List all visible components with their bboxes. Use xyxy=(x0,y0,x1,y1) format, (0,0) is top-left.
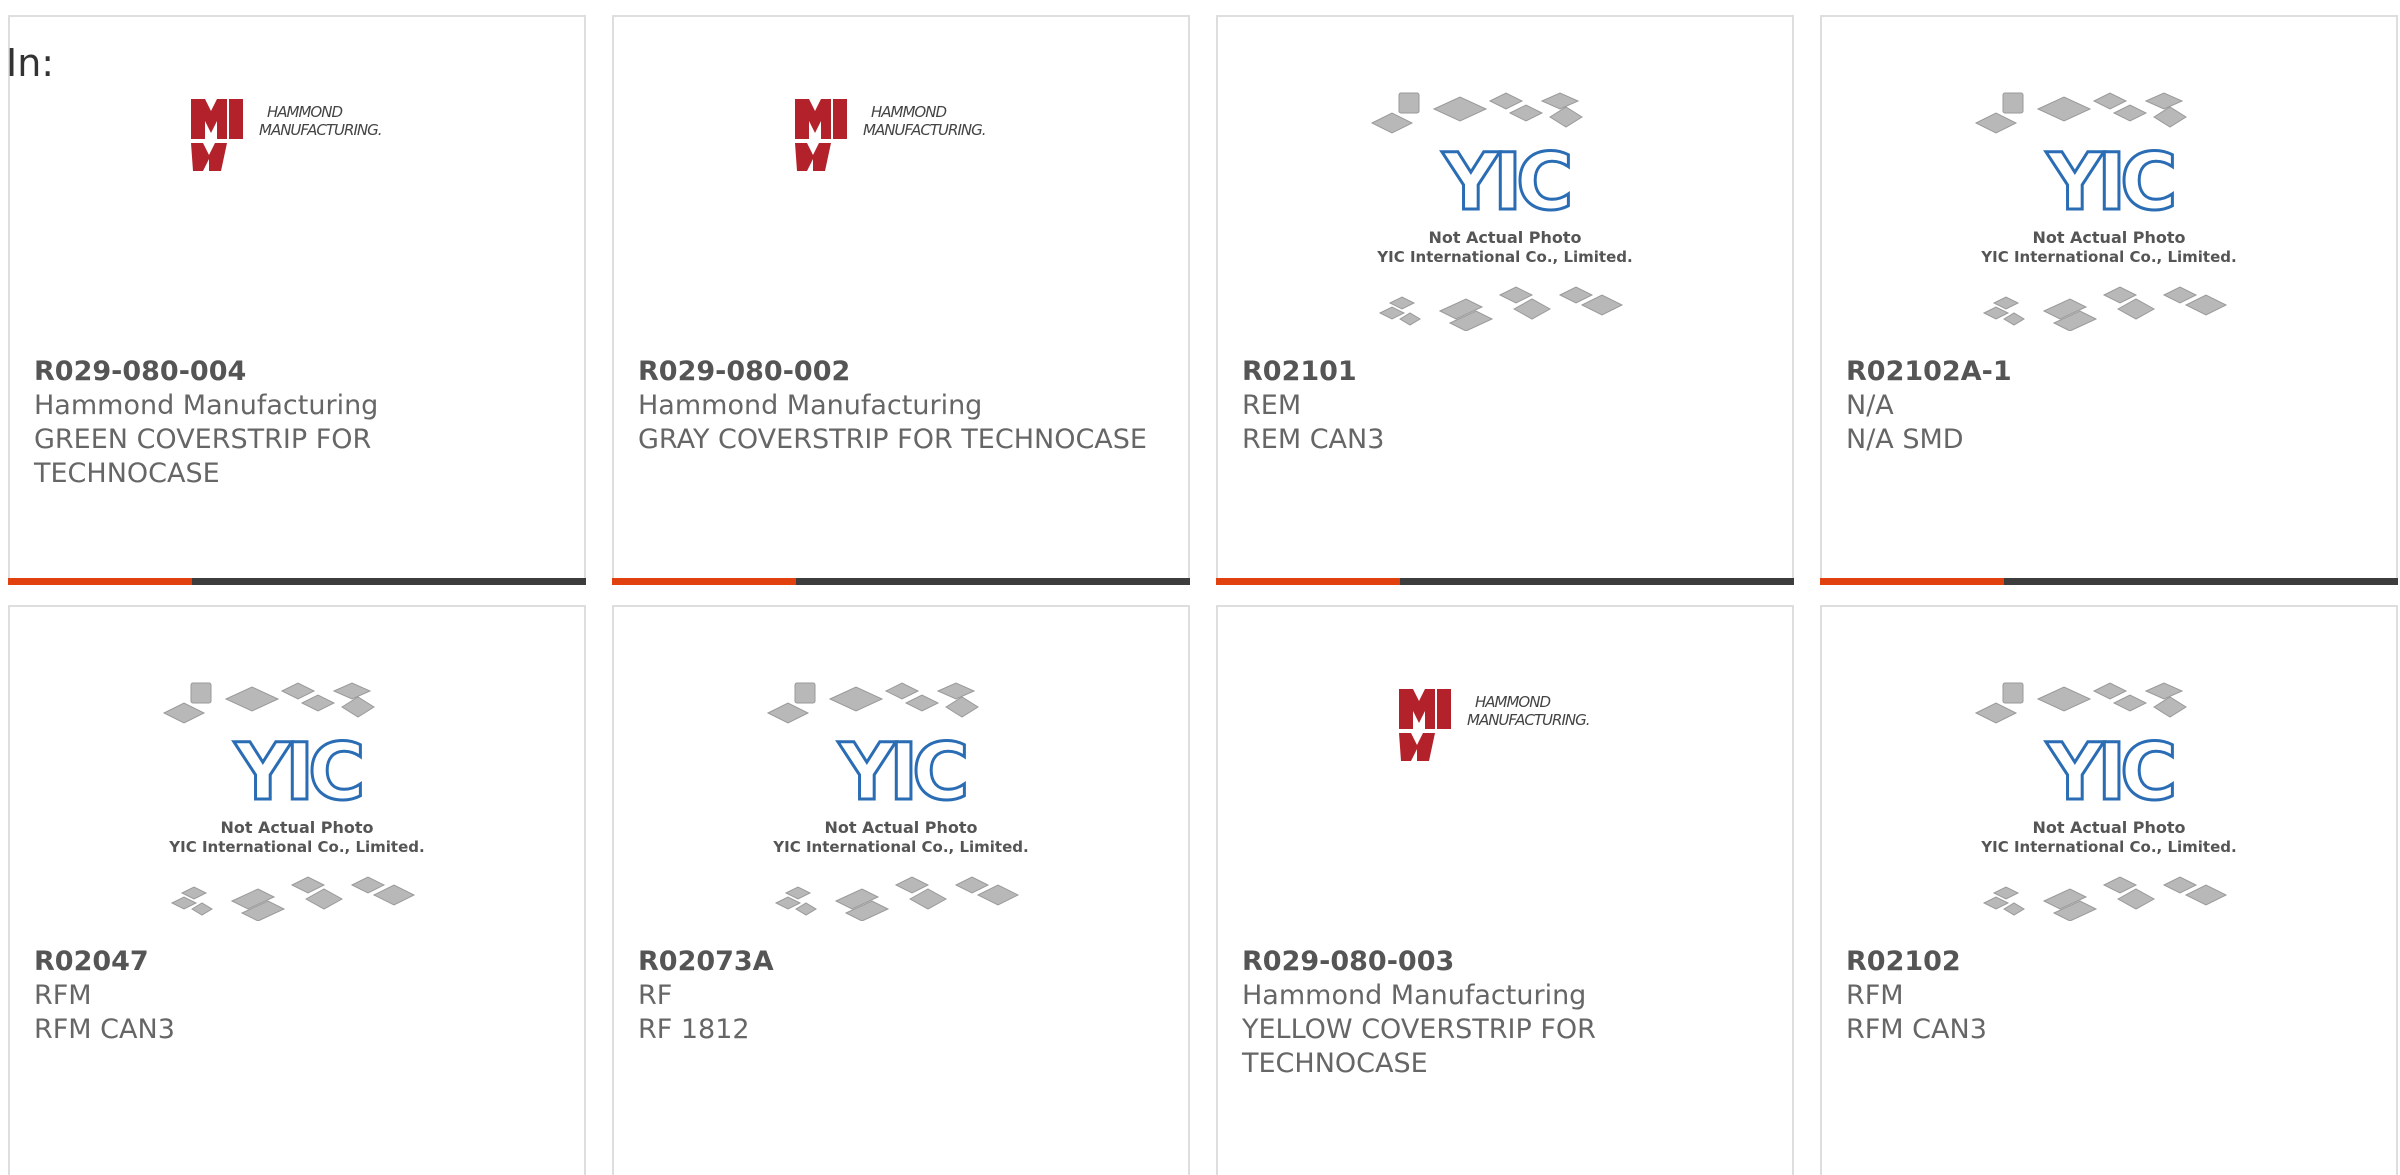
card-accent-bar-highlight xyxy=(8,578,192,585)
product-part-number[interactable]: R02047 xyxy=(34,945,554,979)
svg-text:MANUFACTURING.: MANUFACTURING. xyxy=(259,121,382,139)
product-info: R029-080-004 Hammond Manufacturing GREEN C… xyxy=(34,355,554,491)
svg-text:HAMMOND: HAMMOND xyxy=(1475,693,1550,711)
svg-text:Not Actual Photo: Not Actual Photo xyxy=(2032,228,2185,247)
product-manufacturer: Hammond Manufacturing xyxy=(34,390,379,421)
card-accent-bar-highlight xyxy=(1216,578,1400,585)
product-card[interactable]: YIC Not Actual Photo YIC International C… xyxy=(1820,605,2398,1175)
product-description: GREEN COVERSTRIP FOR TECHNOCASE xyxy=(34,424,372,489)
hammond-logo: HAMMOND MANUFACTURING. xyxy=(795,99,987,171)
svg-text:Not Actual Photo: Not Actual Photo xyxy=(824,818,977,837)
product-description: RFM CAN3 xyxy=(34,1014,175,1045)
svg-text:HAMMOND: HAMMOND xyxy=(871,103,946,121)
card-accent-bar xyxy=(1820,578,2398,585)
product-grid: HAMMOND MANUFACTURING. R029-080-004 Hammo… xyxy=(0,0,2400,1175)
product-image[interactable]: YIC Not Actual Photo YIC International C… xyxy=(614,681,1188,951)
product-image[interactable]: HAMMOND MANUFACTURING. xyxy=(1218,681,1792,951)
svg-text:Not Actual Photo: Not Actual Photo xyxy=(220,818,373,837)
card-accent-bar xyxy=(612,578,1190,585)
product-info: R029-080-003 Hammond Manufacturing YELLOW … xyxy=(1242,945,1762,1081)
card-accent-bar xyxy=(1216,578,1794,585)
product-image[interactable]: YIC Not Actual Photo YIC International C… xyxy=(1822,681,2396,951)
product-card[interactable]: HAMMOND MANUFACTURING. R029-080-004 Hammo… xyxy=(8,15,586,585)
product-card[interactable]: YIC Not Actual Photo YIC International C… xyxy=(1216,15,1794,585)
product-card[interactable]: HAMMOND MANUFACTURING. R029-080-002 Hammo… xyxy=(612,15,1190,585)
hammond-logo: HAMMOND MANUFACTURING. xyxy=(191,99,383,171)
svg-text:MANUFACTURING.: MANUFACTURING. xyxy=(1467,711,1590,729)
product-description: YELLOW COVERSTRIP FOR TECHNOCASE xyxy=(1242,1014,1596,1079)
card-accent-bar-highlight xyxy=(612,578,796,585)
product-description: RF 1812 xyxy=(638,1014,750,1045)
product-part-number[interactable]: R02102A-1 xyxy=(1846,355,2366,389)
product-image[interactable]: YIC Not Actual Photo YIC International C… xyxy=(10,681,584,951)
yic-logo: YIC Not Actual Photo YIC International C… xyxy=(162,682,425,921)
card-accent-bar-highlight xyxy=(1820,578,2004,585)
product-description: GRAY COVERSTRIP FOR TECHNOCASE xyxy=(638,424,1147,455)
svg-text:HAMMOND: HAMMOND xyxy=(267,103,342,121)
product-manufacturer: REM xyxy=(1242,390,1302,421)
svg-text:YIC International Co., Limited: YIC International Co., Limited. xyxy=(772,838,1028,856)
product-card[interactable]: YIC Not Actual Photo YIC International C… xyxy=(8,605,586,1175)
svg-text:YIC International Co., Limited: YIC International Co., Limited. xyxy=(1980,838,2236,856)
filter-label: In: xyxy=(6,41,55,85)
svg-text:YIC International Co., Limited: YIC International Co., Limited. xyxy=(1376,248,1632,266)
product-part-number[interactable]: R02102 xyxy=(1846,945,2366,979)
card-accent-bar xyxy=(8,578,586,585)
svg-text:YIC International Co., Limited: YIC International Co., Limited. xyxy=(168,838,424,856)
product-image[interactable]: YIC Not Actual Photo YIC International C… xyxy=(1218,91,1792,361)
product-card[interactable]: HAMMOND MANUFACTURING. R029-080-003 Hammo… xyxy=(1216,605,1794,1175)
product-manufacturer: RFM xyxy=(1846,980,1904,1011)
product-description: N/A SMD xyxy=(1846,424,1964,455)
product-part-number[interactable]: R029-080-004 xyxy=(34,355,554,389)
product-manufacturer: RF xyxy=(638,980,673,1011)
product-part-number[interactable]: R029-080-003 xyxy=(1242,945,1762,979)
yic-logo: YIC Not Actual Photo YIC International C… xyxy=(1974,92,2237,331)
yic-logo: YIC Not Actual Photo YIC International C… xyxy=(766,682,1029,921)
svg-text:MANUFACTURING.: MANUFACTURING. xyxy=(863,121,986,139)
product-info: R02102 RFM RFM CAN3 xyxy=(1846,945,2366,1047)
svg-text:YIC: YIC xyxy=(838,728,966,818)
product-info: R029-080-002 Hammond Manufacturing GRAY CO… xyxy=(638,355,1158,457)
product-description: REM CAN3 xyxy=(1242,424,1385,455)
svg-text:YIC: YIC xyxy=(234,728,362,818)
svg-text:Not Actual Photo: Not Actual Photo xyxy=(1428,228,1581,247)
product-manufacturer: Hammond Manufacturing xyxy=(1242,980,1587,1011)
svg-text:Not Actual Photo: Not Actual Photo xyxy=(2032,818,2185,837)
product-part-number[interactable]: R029-080-002 xyxy=(638,355,1158,389)
svg-text:YIC: YIC xyxy=(2046,728,2174,818)
yic-logo: YIC Not Actual Photo YIC International C… xyxy=(1370,92,1633,331)
product-info: R02073A RF RF 1812 xyxy=(638,945,1158,1047)
svg-text:YIC International Co., Limited: YIC International Co., Limited. xyxy=(1980,248,2236,266)
product-card[interactable]: YIC Not Actual Photo YIC International C… xyxy=(612,605,1190,1175)
product-manufacturer: Hammond Manufacturing xyxy=(638,390,983,421)
svg-text:YIC: YIC xyxy=(2046,138,2174,228)
product-info: R02047 RFM RFM CAN3 xyxy=(34,945,554,1047)
product-description: RFM CAN3 xyxy=(1846,1014,1987,1045)
hammond-logo: HAMMOND MANUFACTURING. xyxy=(1399,689,1591,761)
product-info: R02102A-1 N/A N/A SMD xyxy=(1846,355,2366,457)
product-part-number[interactable]: R02101 xyxy=(1242,355,1762,389)
yic-logo: YIC Not Actual Photo YIC International C… xyxy=(1974,682,2237,921)
product-part-number[interactable]: R02073A xyxy=(638,945,1158,979)
svg-text:YIC: YIC xyxy=(1442,138,1570,228)
product-card[interactable]: YIC Not Actual Photo YIC International C… xyxy=(1820,15,2398,585)
product-info: R02101 REM REM CAN3 xyxy=(1242,355,1762,457)
product-manufacturer: RFM xyxy=(34,980,92,1011)
product-image[interactable]: HAMMOND MANUFACTURING. xyxy=(614,91,1188,361)
product-manufacturer: N/A xyxy=(1846,390,1894,421)
product-image[interactable]: YIC Not Actual Photo YIC International C… xyxy=(1822,91,2396,361)
product-image[interactable]: HAMMOND MANUFACTURING. xyxy=(10,91,584,361)
